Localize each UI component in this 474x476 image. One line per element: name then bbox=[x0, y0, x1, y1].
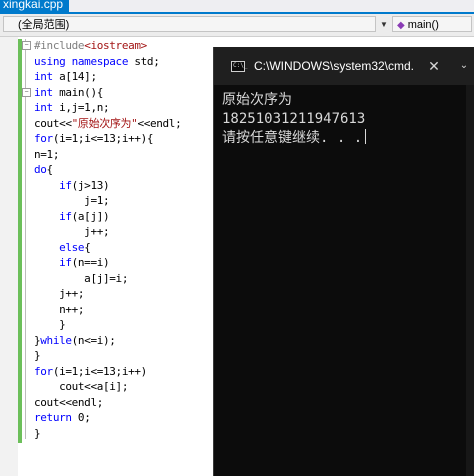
member-dropdown[interactable]: ◆ main() bbox=[392, 16, 472, 32]
keyword-token: int bbox=[34, 101, 60, 114]
code-token: j++; bbox=[34, 287, 85, 300]
scope-dropdown[interactable]: (全局范围) bbox=[3, 16, 376, 32]
code-line[interactable]: for(i=1;i<=13;i++){ bbox=[34, 131, 181, 147]
change-tracking-bar bbox=[18, 39, 22, 443]
code-line[interactable]: }while(n<=i); bbox=[34, 333, 181, 349]
code-token: cout<<a[i]; bbox=[34, 380, 129, 393]
outline-guide bbox=[25, 39, 26, 439]
code-token: (i=1;i<=13;i++){ bbox=[52, 132, 154, 145]
code-token: main(){ bbox=[59, 85, 104, 99]
code-line[interactable]: int i,j=1,n; bbox=[34, 100, 181, 116]
dropdown-icon[interactable]: ⌄ bbox=[454, 57, 474, 75]
code-token: n++; bbox=[34, 302, 85, 316]
code-line[interactable]: cout<<a[i]; bbox=[34, 379, 181, 395]
console-prompt-text: 请按任意键继续. . . bbox=[222, 130, 363, 146]
code-token: (n<=i); bbox=[71, 333, 116, 347]
code-token: (j>13) bbox=[71, 178, 110, 192]
code-line[interactable]: a[j]=i; bbox=[34, 271, 181, 287]
code-line[interactable]: cout<<endl; bbox=[34, 395, 181, 411]
string-token: "原始次序为" bbox=[71, 116, 138, 130]
code-text[interactable]: #include<iostream> using namespace std; in… bbox=[34, 38, 182, 442]
keyword-token: int bbox=[34, 85, 60, 99]
code-token: (n==i) bbox=[71, 256, 110, 269]
code-token: } bbox=[34, 318, 66, 331]
code-token: i,j=1,n; bbox=[59, 101, 110, 114]
code-token: j=1; bbox=[34, 194, 110, 207]
keyword-token: do bbox=[34, 163, 47, 176]
tab-xingkai-cpp[interactable]: xingkai.cpp bbox=[0, 0, 70, 12]
code-line[interactable]: if(a[j]) bbox=[34, 209, 181, 225]
code-token: { bbox=[84, 240, 91, 254]
code-line[interactable]: } bbox=[34, 426, 181, 442]
code-line[interactable]: for(i=1;i<=13;i++) bbox=[34, 364, 181, 380]
console-line: 原始次序为 bbox=[222, 92, 292, 108]
code-token: <<endl; bbox=[137, 116, 182, 130]
editor-gutter bbox=[0, 37, 18, 476]
keyword-token: while bbox=[40, 333, 72, 347]
code-token: { bbox=[46, 163, 54, 176]
code-token: a[14]; bbox=[59, 70, 97, 83]
keyword-token: for bbox=[34, 364, 53, 378]
keyword-token: if bbox=[34, 256, 72, 269]
code-token: cout<<endl; bbox=[34, 395, 103, 409]
code-token: cout<< bbox=[34, 116, 72, 130]
code-line[interactable]: int main(){ bbox=[34, 85, 181, 101]
code-line[interactable]: j++; bbox=[34, 224, 181, 240]
collapse-icon[interactable]: − bbox=[22, 41, 31, 50]
chevron-down-icon[interactable]: ▼ bbox=[378, 16, 390, 34]
code-line[interactable]: j++; bbox=[34, 286, 181, 302]
console-title: C:\WINDOWS\system32\cmd. bbox=[254, 59, 415, 73]
code-token: (a[j]) bbox=[71, 209, 110, 223]
code-line[interactable]: } bbox=[34, 348, 181, 364]
method-icon: ◆ bbox=[397, 20, 405, 31]
code-token: } bbox=[34, 426, 41, 440]
code-token: #include bbox=[34, 39, 85, 52]
code-line[interactable]: #include<iostream> bbox=[34, 38, 181, 54]
code-line[interactable]: } bbox=[34, 317, 181, 333]
navigation-bar: (全局范围) ▼ ◆ main() bbox=[0, 14, 474, 37]
console-output: 原始次序为 1825103121194​7613 请按任意键继续. . . bbox=[222, 91, 367, 148]
code-line[interactable]: n=1; bbox=[34, 147, 181, 163]
document-tab-strip: xingkai.cpp bbox=[0, 0, 474, 12]
code-token: j++; bbox=[34, 225, 110, 238]
keyword-token: return bbox=[34, 411, 78, 424]
collapse-icon[interactable]: − bbox=[22, 88, 31, 97]
code-line[interactable]: n++; bbox=[34, 302, 181, 318]
keyword-token: if bbox=[34, 209, 72, 223]
keyword-token: if bbox=[34, 178, 72, 192]
code-token: 0; bbox=[77, 411, 91, 424]
console-window[interactable]: C:\_ C:\WINDOWS\system32\cmd. ✕ ⌄ 原始次序为 … bbox=[213, 47, 474, 476]
keyword-token: namespace bbox=[71, 54, 135, 68]
code-line[interactable]: int a[14]; bbox=[34, 69, 181, 85]
console-scrollbar[interactable] bbox=[466, 85, 474, 476]
code-line[interactable]: if(j>13) bbox=[34, 178, 181, 194]
code-line[interactable]: using namespace std; bbox=[34, 54, 181, 70]
code-token: n=1; bbox=[34, 147, 60, 161]
keyword-token: for bbox=[34, 132, 53, 145]
code-token: a[j]=i; bbox=[34, 271, 129, 285]
console-line: 1825103121194​7613 bbox=[222, 111, 366, 127]
console-line: 请按任意键继续. . . bbox=[222, 129, 367, 148]
member-label: main() bbox=[407, 19, 439, 31]
text-cursor bbox=[365, 129, 367, 144]
console-icon: C:\_ bbox=[231, 61, 247, 72]
code-token: std; bbox=[134, 54, 160, 68]
code-line[interactable]: do{ bbox=[34, 162, 181, 178]
code-line[interactable]: return 0; bbox=[34, 410, 181, 426]
keyword-token: int bbox=[34, 70, 60, 83]
code-token: <iostream> bbox=[84, 39, 147, 52]
console-titlebar[interactable]: C:\_ C:\WINDOWS\system32\cmd. ✕ ⌄ bbox=[214, 47, 474, 85]
code-line[interactable]: j=1; bbox=[34, 193, 181, 209]
code-line[interactable]: if(n==i) bbox=[34, 255, 181, 271]
code-line[interactable]: cout<<"原始次序为"<<endl; bbox=[34, 116, 182, 132]
code-token: } bbox=[34, 349, 41, 362]
code-line[interactable]: else{ bbox=[34, 240, 181, 256]
keyword-token: using bbox=[34, 54, 72, 68]
code-token: (i=1;i<=13;i++) bbox=[52, 364, 147, 378]
keyword-token: else bbox=[34, 240, 85, 254]
close-icon[interactable]: ✕ bbox=[424, 57, 444, 75]
